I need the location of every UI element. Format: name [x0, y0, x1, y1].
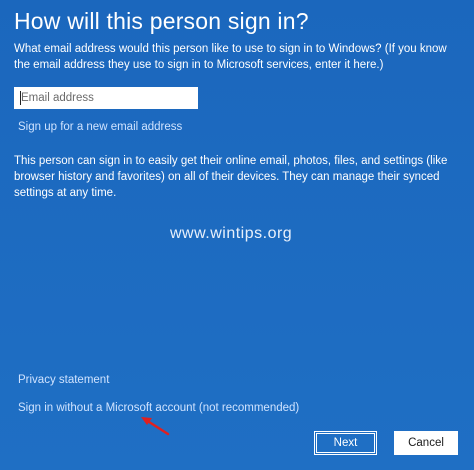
- email-field[interactable]: [14, 87, 198, 109]
- page-title: How will this person sign in?: [14, 8, 309, 34]
- text-caret: [20, 91, 21, 105]
- signup-link[interactable]: Sign up for a new email address: [18, 121, 182, 133]
- privacy-statement-link[interactable]: Privacy statement: [18, 374, 109, 386]
- intro-text: What email address would this person lik…: [14, 43, 447, 71]
- watermark: www.wintips.org: [170, 225, 293, 242]
- cancel-button[interactable]: Cancel: [394, 431, 458, 455]
- red-arrow-icon: [141, 417, 170, 436]
- sign-in-dialog: How will this person sign in? What email…: [0, 0, 474, 470]
- description-text: This person can sign in to easily get th…: [14, 155, 448, 199]
- next-button[interactable]: Next: [314, 431, 377, 455]
